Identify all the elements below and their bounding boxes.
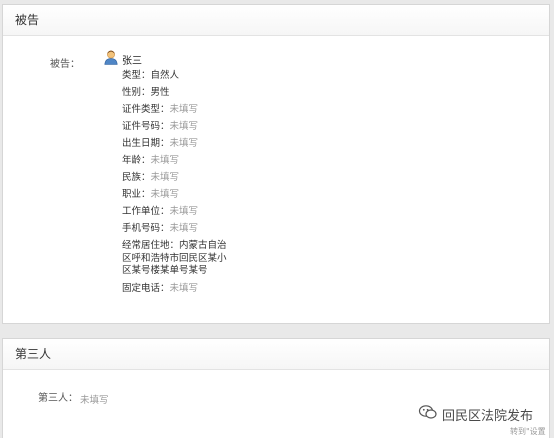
detail-value: 未填写 (150, 172, 180, 183)
landline-label: 固定电话： (122, 282, 170, 294)
address-row: 经常居住地：内蒙古自治 区呼和浩特市回民区某小 区某号楼某单号某号 (122, 240, 302, 278)
defendant-panel-title: 被告 (3, 5, 549, 36)
detail-row: 性别：男性 (122, 87, 302, 99)
third-party-panel-title: 第三人 (3, 339, 549, 370)
detail-value: 未填写 (150, 155, 180, 166)
address-label: 经常居住地： (122, 240, 180, 251)
detail-label: 性别： (122, 87, 151, 98)
defendant-details: 类型：自然人 性别：男性 证件类型：未填写 证件号码：未填写 出生日期：未填写 年龄：未填… (122, 70, 302, 295)
watermark-small-text: 转到"设置 (510, 427, 546, 436)
person-icon (104, 50, 118, 65)
detail-value: 未填写 (169, 138, 199, 149)
defendant-name[interactable]: 张三 (122, 52, 142, 67)
detail-label: 工作单位： (122, 206, 170, 217)
detail-label: 证件类型： (122, 104, 170, 115)
third-party-field-label: 第三人： (38, 393, 78, 404)
detail-label: 年龄： (122, 155, 151, 166)
detail-row: 手机号码：未填写 (122, 223, 302, 235)
address-line-3: 区某号楼某单号某号 (122, 265, 208, 276)
third-party-value: 未填写 (80, 395, 109, 406)
detail-label: 证件号码： (122, 121, 170, 132)
detail-label: 民族： (122, 172, 151, 183)
detail-row: 年龄：未填写 (122, 155, 302, 167)
detail-value: 未填写 (169, 121, 199, 132)
detail-row: 出生日期：未填写 (122, 138, 302, 150)
detail-label: 职业： (122, 189, 151, 200)
detail-value: 自然人 (150, 70, 180, 81)
detail-row: 工作单位：未填写 (122, 206, 302, 218)
detail-row: 证件号码：未填写 (122, 121, 302, 133)
detail-value: 未填写 (169, 206, 199, 217)
detail-value: 男性 (150, 87, 170, 98)
landline-value: 未填写 (169, 282, 199, 294)
watermark-text: 回民区法院发布 (442, 409, 534, 424)
detail-value: 未填写 (169, 104, 199, 115)
detail-row: 证件类型：未填写 (122, 104, 302, 116)
detail-value: 未填写 (150, 189, 180, 200)
detail-row: 职业：未填写 (122, 189, 302, 201)
landline-row: 固定电话：未填写 (122, 283, 302, 295)
address-line-2: 区呼和浩特市回民区某小 (122, 252, 227, 264)
detail-label: 手机号码： (122, 223, 170, 234)
address-line-1: 内蒙古自治 (179, 240, 227, 251)
wechat-icon (418, 405, 437, 419)
detail-row: 民族：未填写 (122, 172, 302, 184)
detail-row: 类型：自然人 (122, 70, 302, 82)
detail-value: 未填写 (169, 223, 199, 234)
detail-label: 类型： (122, 70, 151, 81)
detail-label: 出生日期： (122, 138, 170, 149)
defendant-field-label: 被告： (50, 59, 80, 70)
